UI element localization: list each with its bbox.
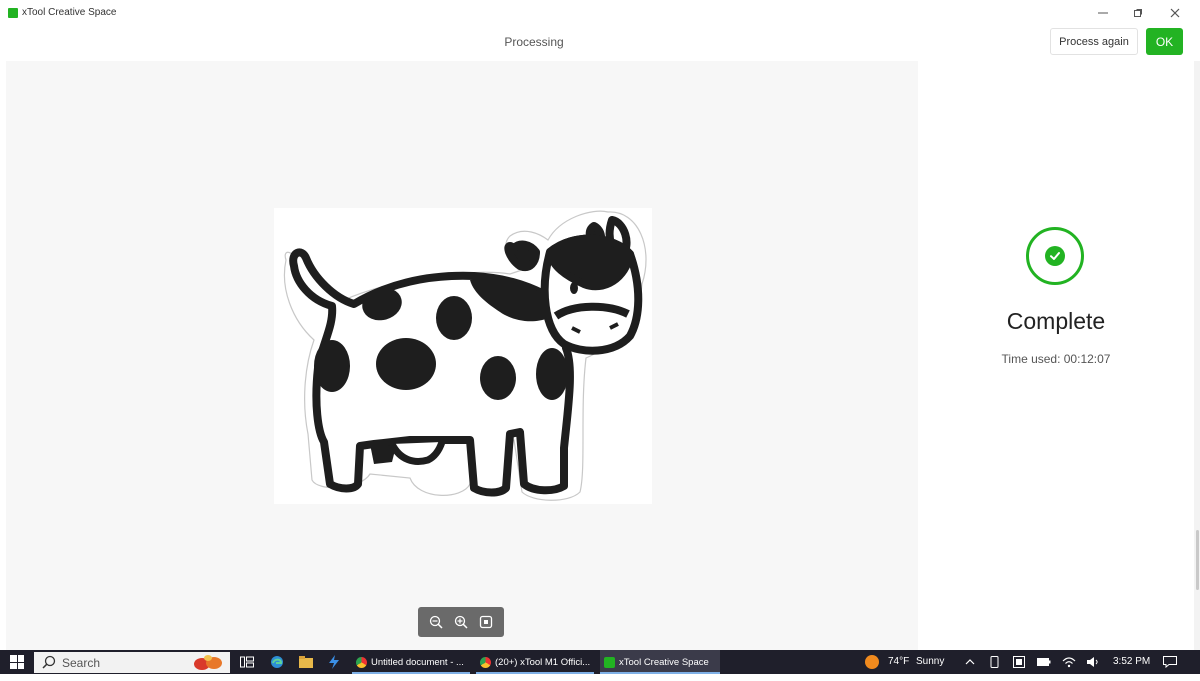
- zoom-toolbar: [418, 607, 504, 637]
- taskbar-clock[interactable]: 3:52 PM: [1113, 656, 1150, 667]
- ok-button[interactable]: OK: [1146, 28, 1183, 55]
- wifi-icon[interactable]: [1060, 653, 1078, 671]
- notification-icon[interactable]: [1161, 653, 1179, 671]
- minimize-icon: [1098, 12, 1108, 14]
- zoom-out-button[interactable]: [427, 613, 445, 631]
- windows-start-icon[interactable]: [10, 655, 24, 669]
- scrollbar-thumb[interactable]: [1196, 530, 1199, 590]
- weather-temperature[interactable]: 74°F: [888, 656, 909, 667]
- preview-canvas[interactable]: [6, 61, 918, 650]
- window-title: xTool Creative Space: [22, 7, 117, 18]
- file-explorer-icon[interactable]: [297, 653, 315, 671]
- weather-condition[interactable]: Sunny: [916, 656, 944, 667]
- task-view-icon[interactable]: [238, 653, 256, 671]
- battery-icon[interactable]: [1035, 653, 1053, 671]
- xtool-icon: [604, 656, 615, 668]
- app-icon: [8, 8, 18, 18]
- check-circle-icon: [1026, 227, 1084, 285]
- search-placeholder: Search: [62, 656, 101, 670]
- phone-link-icon[interactable]: [986, 653, 1004, 671]
- chrome-icon: [356, 656, 367, 668]
- status-panel: Complete Time used: 00:12:07: [918, 61, 1194, 650]
- volume-icon[interactable]: [1084, 653, 1102, 671]
- cow-sticker-image: [283, 210, 647, 501]
- screen-bottom-edge: [0, 674, 1200, 681]
- header: Processing Process again OK: [0, 26, 1200, 60]
- taskbar-app-facebook[interactable]: (20+) xTool M1 Offici...: [476, 650, 594, 674]
- process-again-button[interactable]: Process again: [1050, 28, 1138, 55]
- meet-now-icon[interactable]: [1010, 653, 1028, 671]
- weather-icon[interactable]: [863, 653, 881, 671]
- time-used: Time used: 00:12:07: [1001, 352, 1111, 366]
- search-icon: [42, 655, 56, 669]
- zoom-in-button[interactable]: [452, 613, 470, 631]
- fit-to-screen-button[interactable]: [477, 613, 495, 631]
- search-highlight-icon: [194, 655, 222, 670]
- maximize-button[interactable]: [1120, 2, 1156, 24]
- taskbar: Search Untitled document - ... (20+) xTo…: [0, 650, 1200, 674]
- zoom-in-icon: [454, 615, 468, 629]
- taskbar-app-label: xTool Creative Space: [619, 656, 709, 668]
- power-automate-icon[interactable]: [325, 653, 343, 671]
- chevron-up-icon[interactable]: [961, 653, 979, 671]
- taskbar-app-label: Untitled document - ...: [371, 656, 464, 668]
- chrome-icon: [480, 656, 491, 668]
- taskbar-app-google-docs[interactable]: Untitled document - ...: [352, 650, 470, 674]
- page-title: Processing: [504, 35, 564, 49]
- edge-icon[interactable]: [268, 653, 286, 671]
- title-bar: xTool Creative Space: [0, 0, 1200, 26]
- fit-to-screen-icon: [479, 615, 492, 629]
- taskbar-search[interactable]: Search: [34, 652, 230, 673]
- taskbar-app-xtool[interactable]: xTool Creative Space: [600, 650, 720, 674]
- maximize-icon: [1134, 9, 1142, 17]
- taskbar-app-label: (20+) xTool M1 Offici...: [495, 656, 591, 668]
- status-heading: Complete: [1006, 308, 1106, 334]
- minimize-button[interactable]: [1085, 2, 1121, 24]
- zoom-out-icon: [430, 615, 443, 629]
- close-button[interactable]: [1157, 2, 1193, 24]
- processed-image: [274, 208, 652, 504]
- close-icon: [1170, 8, 1180, 18]
